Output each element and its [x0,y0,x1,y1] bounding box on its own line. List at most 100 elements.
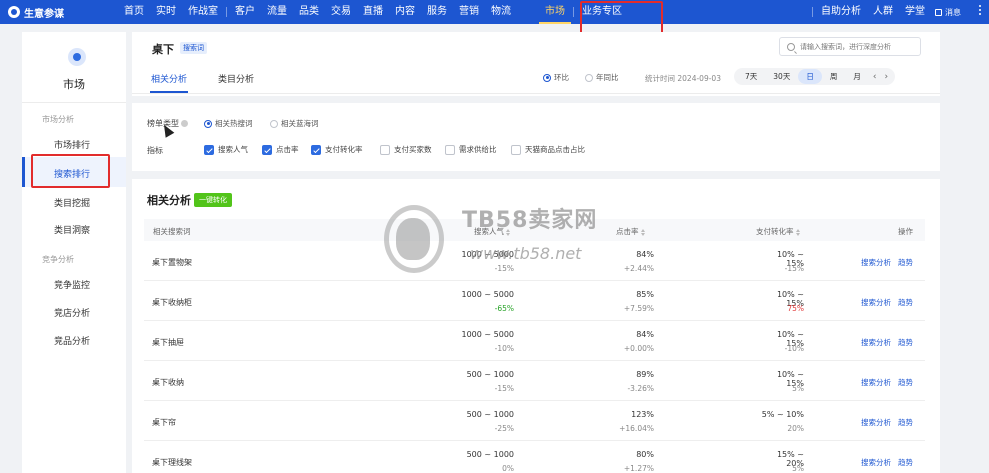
filter-card [132,103,940,171]
cell-cvr-change: 5% [792,384,804,393]
sidebar-item-competition-monitor[interactable]: 竞争监控 [54,278,90,291]
th-ctr[interactable]: 点击率 [616,226,645,237]
nav-items: 首页 实时 作战室 客户 流量 品类 交易 直播 内容 服务 营销 物流 市场 … [118,0,628,24]
nav-item-category[interactable]: 品类 [293,0,325,24]
cell-popularity-change: -65% [494,304,514,313]
message-label: 消息 [945,7,961,17]
cell-ctr-change: +0.00% [623,344,654,353]
cell-keyword: 桌下抽屉 [152,338,184,347]
radio-hot-words[interactable]: 相关热搜词 [204,118,253,129]
sidebar-item-category-insight[interactable]: 类目洞察 [54,223,90,236]
sidebar-item-search-rank[interactable]: 搜索排行 [54,167,90,180]
chevron-left-icon[interactable]: ‹ [869,72,881,82]
check-label: 支付买家数 [394,145,432,154]
nav-item-business-zone[interactable]: 业务专区 [576,0,628,24]
keyword-search[interactable] [779,37,921,56]
check-label: 需求供给比 [459,145,497,154]
table-row: 桌下理线架 500 ~ 1000 0% 80% +1.27% 15% ~ 20% 5% 搜索分… [144,441,925,473]
keyword-tag: 搜索词 [180,42,207,54]
nav-item-content[interactable]: 内容 [389,0,421,24]
cell-ctr: 84% [636,330,654,339]
nav-item-crowd[interactable]: 人群 [867,0,899,24]
search-analysis-link[interactable]: 搜索分析 [861,257,891,268]
period-7d[interactable]: 7天 [737,69,765,84]
chevron-right-icon[interactable]: › [880,72,892,82]
th-keyword: 相关搜索词 [153,227,191,236]
period-week[interactable]: 周 [822,69,846,84]
radio-yoy[interactable]: 年同比 [585,72,619,83]
nav-item-market[interactable]: 市场 [539,0,571,24]
radio-blue-ocean-words[interactable]: 相关蓝海词 [270,118,319,129]
nav-item-traffic[interactable]: 流量 [261,0,293,24]
check-search-popularity[interactable]: 搜索人气 [204,144,248,155]
nav-item-live[interactable]: 直播 [357,0,389,24]
search-analysis-link[interactable]: 搜索分析 [861,417,891,428]
tab-related-analysis[interactable]: 相关分析 [151,72,187,85]
nav-item-self-analysis[interactable]: 自助分析 [815,0,867,24]
sidebar-item-category-mining[interactable]: 类目挖掘 [54,196,90,209]
tab-category-analysis[interactable]: 类目分析 [218,72,254,85]
search-analysis-link[interactable]: 搜索分析 [861,377,891,388]
check-ctr[interactable]: 点击率 [262,144,299,155]
message-button[interactable]: 消息 [935,0,961,24]
sidebar: 市场 市场分析 市场排行 搜索排行 类目挖掘 类目洞察 竞争分析 竞争监控 竞店… [22,32,126,473]
period-30d[interactable]: 30天 [765,69,798,84]
cell-ctr-change: +2.44% [623,264,654,273]
nav-item-home[interactable]: 首页 [118,0,150,24]
check-tmall-click[interactable]: 天猫商品点击占比 [511,144,585,155]
nav-item-marketing[interactable]: 营销 [453,0,485,24]
convert-button[interactable]: 一键转化 [194,193,232,207]
trend-link[interactable]: 趋势 [898,457,913,468]
sidebar-item-market-rank[interactable]: 市场排行 [54,138,90,151]
cell-ctr: 80% [636,450,654,459]
search-analysis-link[interactable]: 搜索分析 [861,457,891,468]
th-cvr[interactable]: 支付转化率 [756,226,800,237]
trend-link[interactable]: 趋势 [898,297,913,308]
checkbox [445,144,455,155]
period-day[interactable]: 日 [798,69,822,84]
cell-keyword: 桌下理线架 [152,458,192,467]
cell-ctr: 89% [636,370,654,379]
table-row: 桌下帘 500 ~ 1000 -25% 123% +16.04% 5% ~ 10% 20% 搜… [144,401,925,441]
check-label: 支付转化率 [325,145,363,154]
th-actions: 操作 [898,227,913,236]
cell-popularity-change: -10% [494,344,514,353]
help-icon[interactable] [181,120,188,127]
sidebar-divider [22,102,126,103]
search-analysis-link[interactable]: 搜索分析 [861,337,891,348]
trend-link[interactable]: 趋势 [898,257,913,268]
radio-mom[interactable]: 环比 [543,72,569,83]
cell-ctr-change: -3.26% [627,384,654,393]
nav-item-service[interactable]: 服务 [421,0,453,24]
table-row: 桌下收纳 500 ~ 1000 -15% 89% -3.26% 10% ~ 15% 5% 搜索… [144,361,925,401]
cell-ctr: 85% [636,290,654,299]
cell-keyword: 桌下置物架 [152,258,192,267]
cell-popularity: 500 ~ 1000 [466,370,514,379]
search-analysis-link[interactable]: 搜索分析 [861,297,891,308]
check-label: 天猫商品点击占比 [525,145,585,154]
app-logo[interactable]: 生意参谋 [0,5,118,20]
trend-link[interactable]: 趋势 [898,337,913,348]
sort-icon [795,228,800,236]
sidebar-item-shop-analysis[interactable]: 竞店分析 [54,306,90,319]
cell-popularity-change: -15% [494,384,514,393]
nav-item-school[interactable]: 学堂 [899,0,931,24]
sidebar-item-product-analysis[interactable]: 竞品分析 [54,334,90,347]
trend-link[interactable]: 趋势 [898,377,913,388]
nav-right: 自助分析 人群 学堂 [810,0,931,24]
cell-cvr-change: 20% [787,424,804,433]
search-input[interactable] [800,42,910,51]
trend-link[interactable]: 趋势 [898,417,913,428]
period-month[interactable]: 月 [845,69,869,84]
nav-item-trade[interactable]: 交易 [325,0,357,24]
check-cvr[interactable]: 支付转化率 [311,144,363,155]
top-nav: 生意参谋 首页 实时 作战室 客户 流量 品类 交易 直播 内容 服务 营销 物… [0,0,989,24]
nav-item-realtime[interactable]: 实时 [150,0,182,24]
more-icon[interactable] [979,5,981,15]
radio-label: 相关热搜词 [215,119,253,128]
nav-item-logistics[interactable]: 物流 [485,0,517,24]
nav-item-customer[interactable]: 客户 [229,0,261,24]
check-buyers[interactable]: 支付买家数 [380,144,432,155]
check-supply-demand[interactable]: 需求供给比 [445,144,497,155]
nav-item-war-room[interactable]: 作战室 [182,0,224,24]
